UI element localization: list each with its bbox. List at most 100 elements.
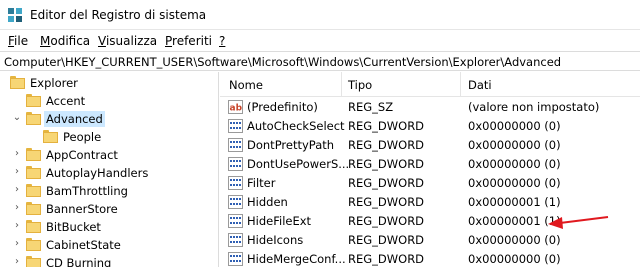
value-row-filter[interactable]: Filter REG_DWORD 0x00000000 (0): [220, 174, 640, 193]
menu-help[interactable]: ?: [219, 34, 225, 48]
tree-item-accent[interactable]: Accent: [0, 91, 218, 111]
address-path[interactable]: Computer\HKEY_CURRENT_USER\Software\Micr…: [4, 55, 561, 69]
folder-icon: [10, 76, 25, 89]
dword-value-icon: [228, 138, 243, 152]
value-type: REG_DWORD: [348, 176, 425, 190]
chevron-right-icon[interactable]: ›: [12, 221, 22, 231]
chevron-down-icon[interactable]: ⌄: [12, 113, 22, 123]
tree-item-label: People: [63, 130, 102, 144]
value-data: 0x00000001 (1): [468, 214, 561, 228]
value-data: 0x00000000 (0): [468, 119, 561, 133]
tree-item-label: Accent: [46, 94, 86, 108]
folder-icon: [43, 130, 58, 143]
value-data: 0x00000001 (1): [468, 195, 561, 209]
value-name: HideFileExt: [247, 214, 312, 228]
value-data: 0x00000000 (0): [468, 252, 561, 266]
chevron-right-icon[interactable]: ›: [12, 185, 22, 195]
value-row-hidemergeconf[interactable]: HideMergeConf... REG_DWORD 0x00000000 (0): [220, 250, 640, 267]
dword-value-icon: [228, 176, 243, 190]
title-bar: Editor del Registro di sistema: [0, 0, 640, 30]
folder-icon: [26, 238, 41, 251]
tree-item-label: AutoplayHandlers: [46, 166, 149, 180]
menu-file[interactable]: File: [8, 34, 28, 48]
tree-item-appcontract[interactable]: › AppContract: [0, 145, 218, 165]
value-type: REG_DWORD: [348, 252, 425, 266]
value-type: REG_DWORD: [348, 233, 425, 247]
tree-item-label: CabinetState: [46, 238, 121, 252]
tree-item-label: BitBucket: [46, 220, 101, 234]
folder-icon: [26, 112, 41, 125]
registry-values-list: Nome Tipo Dati ab (Predefinito) REG_SZ (val…: [220, 72, 640, 267]
chevron-right-icon[interactable]: ›: [12, 203, 22, 213]
value-name: HideIcons: [247, 233, 304, 247]
dword-value-icon: [228, 157, 243, 171]
tree-item-label: Advanced: [44, 111, 105, 127]
value-name: DontUsePowerS...: [247, 157, 350, 171]
tree-item-autoplayhandlers[interactable]: › AutoplayHandlers: [0, 163, 218, 183]
menu-preferiti[interactable]: Preferiti: [165, 34, 212, 48]
folder-icon: [26, 148, 41, 161]
column-header-name[interactable]: Nome: [229, 78, 263, 92]
chevron-right-icon[interactable]: ›: [12, 239, 22, 249]
value-type: REG_DWORD: [348, 157, 425, 171]
tree-item-bamthrottling[interactable]: › BamThrottling: [0, 181, 218, 201]
tree-item-bannerstore[interactable]: › BannerStore: [0, 199, 218, 219]
folder-icon: [26, 94, 41, 107]
tree-item-label: BamThrottling: [46, 184, 128, 198]
tree-item-cabinetstate[interactable]: › CabinetState: [0, 235, 218, 255]
value-data: 0x00000000 (0): [468, 233, 561, 247]
tree-item-explorer[interactable]: Explorer: [0, 73, 218, 93]
value-data: 0x00000000 (0): [468, 176, 561, 190]
value-row-hidden[interactable]: Hidden REG_DWORD 0x00000001 (1): [220, 193, 640, 212]
value-row-dontprettypath[interactable]: DontPrettyPath REG_DWORD 0x00000000 (0): [220, 136, 640, 155]
dword-value-icon: [228, 195, 243, 209]
tree-item-label: BannerStore: [46, 202, 118, 216]
value-data: 0x00000000 (0): [468, 157, 561, 171]
folder-icon: [26, 202, 41, 215]
column-header-type[interactable]: Tipo: [348, 78, 372, 92]
menu-bar: File Modifica Visualizza Preferiti?: [0, 30, 640, 51]
value-type: REG_DWORD: [348, 214, 425, 228]
value-name: (Predefinito): [247, 100, 318, 114]
value-type: REG_SZ: [348, 100, 394, 114]
dword-value-icon: [228, 119, 243, 133]
svg-text:ab: ab: [230, 104, 243, 114]
folder-icon: [26, 256, 41, 267]
tree-item-bitbucket[interactable]: › BitBucket: [0, 217, 218, 237]
value-row-dontusepowers[interactable]: DontUsePowerS... REG_DWORD 0x00000000 (0): [220, 155, 640, 174]
chevron-right-icon[interactable]: ›: [12, 149, 22, 159]
tree-item-cd-burning[interactable]: › CD Burning: [0, 253, 218, 267]
column-header-data[interactable]: Dati: [468, 78, 492, 92]
dword-value-icon: [228, 214, 243, 228]
dword-value-icon: [228, 252, 243, 266]
list-header: Nome Tipo Dati: [220, 72, 640, 97]
value-row-autocheckselect[interactable]: AutoCheckSelect REG_DWORD 0x00000000 (0): [220, 117, 640, 136]
tree-item-advanced[interactable]: ⌄ Advanced: [0, 109, 218, 129]
tree-item-people[interactable]: People: [0, 127, 218, 147]
value-type: REG_DWORD: [348, 119, 425, 133]
red-arrow-annotation: [548, 216, 609, 229]
menu-visualizza[interactable]: Visualizza: [98, 34, 157, 48]
window-title: Editor del Registro di sistema: [30, 8, 207, 22]
value-name: HideMergeConf...: [247, 252, 346, 266]
chevron-right-icon[interactable]: ›: [12, 167, 22, 177]
value-name: DontPrettyPath: [247, 138, 335, 152]
value-row--predefinito[interactable]: ab (Predefinito) REG_SZ (valore non imposta…: [220, 98, 640, 117]
value-name: AutoCheckSelect: [247, 119, 345, 133]
menu-modifica[interactable]: Modifica: [40, 34, 90, 48]
regedit-app-icon: [8, 8, 22, 22]
column-divider[interactable]: [460, 72, 461, 97]
tree-item-label: Explorer: [30, 76, 78, 90]
folder-icon: [26, 220, 41, 233]
folder-icon: [26, 184, 41, 197]
value-row-hideicons[interactable]: HideIcons REG_DWORD 0x00000000 (0): [220, 231, 640, 250]
tree-item-label: AppContract: [46, 148, 118, 162]
value-name: Hidden: [247, 195, 288, 209]
string-value-icon: ab: [228, 100, 243, 114]
folder-icon: [26, 166, 41, 179]
chevron-right-icon[interactable]: ›: [12, 257, 22, 267]
column-divider[interactable]: [341, 72, 342, 97]
registry-key-tree: Explorer Accent ⌄ Advanced People › AppContrac…: [0, 72, 219, 267]
value-data: (valore non impostato): [468, 100, 600, 114]
address-bar[interactable]: Computer\HKEY_CURRENT_USER\Software\Micr…: [0, 51, 640, 71]
